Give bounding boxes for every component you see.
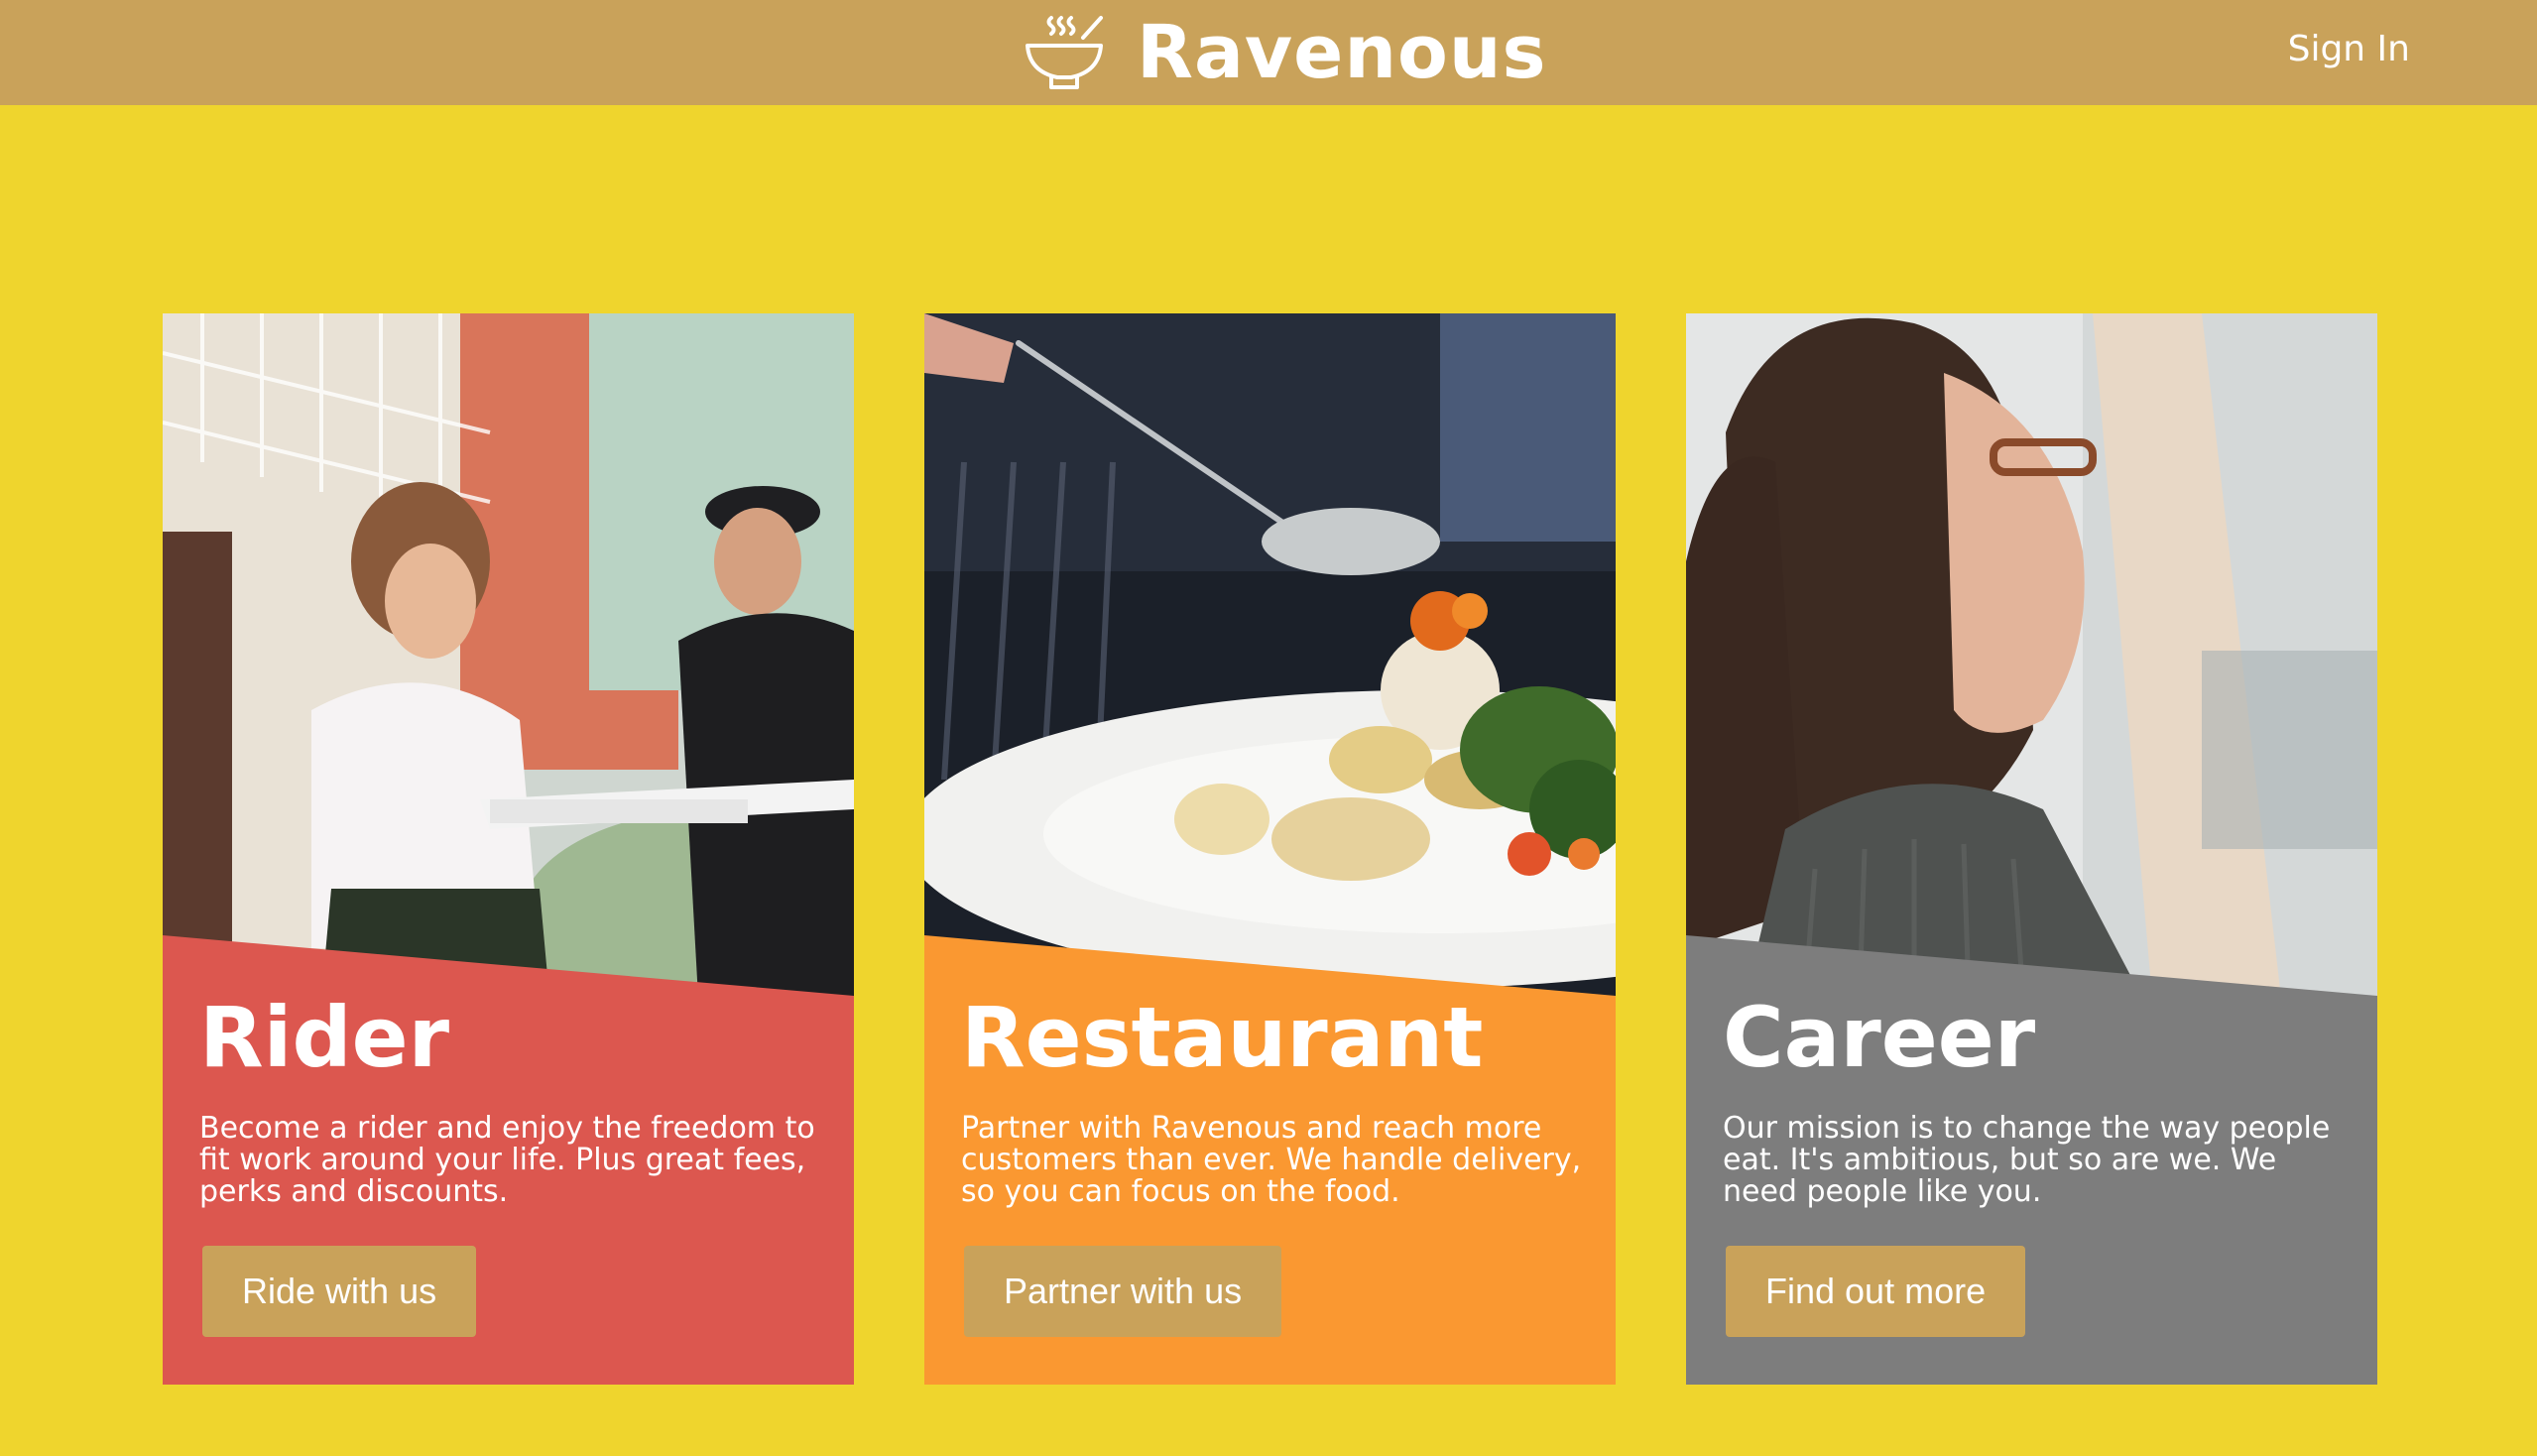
partner-with-us-button[interactable]: Partner with us: [964, 1246, 1282, 1337]
card-panel: [163, 935, 854, 1385]
steaming-bowl-icon: [1026, 16, 1103, 89]
restaurant-card: Restaurant Partner with Ravenous and rea…: [924, 313, 1616, 1385]
brand-title: Ravenous: [1137, 10, 1547, 95]
card-title: Restaurant: [961, 989, 1484, 1086]
career-card: Career Our mission is to change the way …: [1686, 313, 2377, 1385]
card-description: Partner with Ravenous and reach more cus…: [961, 1111, 1582, 1209]
brand[interactable]: Ravenous: [1022, 10, 1547, 95]
card-title: Career: [1723, 989, 2036, 1086]
top-header: Ravenous Sign In: [0, 0, 2537, 105]
card-description: Our mission is to change the way people …: [1723, 1111, 2331, 1209]
rider-card: Rider Become a rider and enjoy the freed…: [163, 313, 854, 1385]
card-title: Rider: [199, 989, 449, 1086]
find-out-more-button[interactable]: Find out more: [1726, 1246, 2026, 1337]
card-panel: [1686, 935, 2377, 1385]
card-description: Become a rider and enjoy the freedom to …: [199, 1111, 815, 1209]
sign-in-link[interactable]: Sign In: [2288, 24, 2410, 75]
ride-with-us-button[interactable]: Ride with us: [202, 1246, 477, 1337]
card-panel: [924, 935, 1616, 1385]
